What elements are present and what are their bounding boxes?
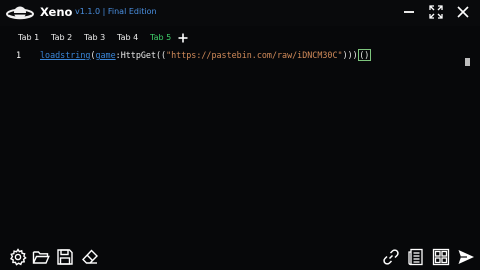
tab-bar: Tab 1 Tab 2 Tab 3 Tab 4 Tab 5 (0, 30, 480, 48)
link-icon[interactable] (382, 248, 400, 266)
bottom-toolbar (0, 244, 480, 270)
expand-icon[interactable] (429, 5, 443, 19)
app-name: Xeno (40, 5, 73, 19)
grid-icon[interactable] (432, 248, 450, 266)
code-token-open-parens: (( (155, 50, 167, 60)
bracket-match-highlight: () (357, 49, 371, 61)
folder-icon[interactable] (32, 248, 50, 266)
code-editor[interactable]: 1 loadstring(game:HttpGet(("https://past… (0, 48, 480, 240)
scrollbar-thumb[interactable] (465, 58, 470, 66)
tab-5[interactable]: Tab 5 (150, 33, 171, 42)
saturn-logo-icon (6, 3, 34, 23)
script-icon[interactable] (407, 248, 425, 266)
send-icon[interactable] (457, 248, 475, 266)
line-number: 1 (16, 50, 22, 60)
code-token-method: HttpGet (120, 50, 156, 60)
code-token-object: game (95, 50, 116, 60)
code-token-function: loadstring (40, 50, 91, 60)
code-token-close-parens: ))) (342, 50, 358, 60)
tab-4[interactable]: Tab 4 (117, 33, 138, 42)
minimize-icon[interactable] (402, 5, 416, 19)
app-version: v1.1.0 | Final Edition (75, 6, 157, 16)
plus-icon[interactable] (178, 33, 188, 43)
close-icon[interactable] (456, 5, 470, 19)
code-token-string: "https://pastebin.com/raw/iDNCM30C" (166, 50, 343, 60)
title-bar: Xeno v1.1.0 | Final Edition (0, 0, 480, 26)
save-icon[interactable] (56, 248, 74, 266)
tab-3[interactable]: Tab 3 (84, 33, 105, 42)
eraser-icon[interactable] (81, 248, 99, 266)
gear-icon[interactable] (9, 248, 27, 266)
tab-1[interactable]: Tab 1 (18, 33, 39, 42)
tab-2[interactable]: Tab 2 (51, 33, 72, 42)
code-line[interactable]: loadstring(game:HttpGet(("https://pasteb… (40, 49, 371, 61)
